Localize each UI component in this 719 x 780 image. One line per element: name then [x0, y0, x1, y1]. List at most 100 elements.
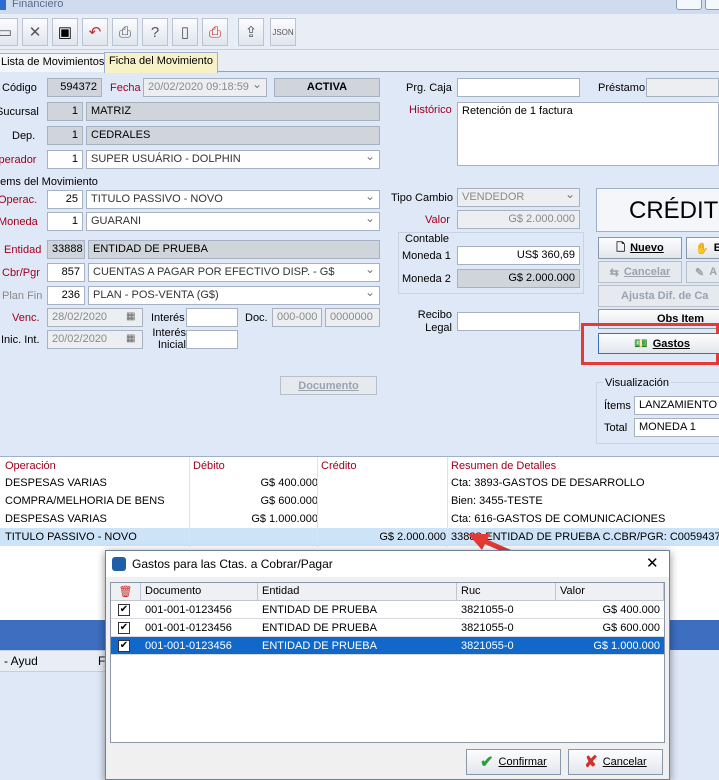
contable-label: Contable	[405, 233, 450, 245]
valor-field[interactable]: G$ 2.000.000	[457, 210, 580, 229]
dialog-titlebar: Gastos para las Ctas. a Cobrar/Pagar ✕	[106, 551, 669, 577]
trash-icon[interactable]: 🗑	[111, 583, 141, 601]
entidad-label: Entidad	[4, 244, 42, 256]
planfin-select[interactable]: PLAN - POS-VENTA (G$)	[88, 286, 380, 305]
credito-title: CRÉDIT	[596, 188, 719, 232]
historico-label: Histórico	[409, 104, 452, 116]
minimize-button[interactable]	[676, 0, 702, 10]
col-ruc[interactable]: Ruc	[457, 583, 556, 601]
row-checkbox[interactable]: ✔	[118, 640, 130, 652]
row-checkbox[interactable]: ✔	[118, 622, 130, 634]
sucursal-num[interactable]: 1	[47, 102, 83, 121]
a-button[interactable]: ✎ A	[686, 261, 719, 283]
check-icon: ✔	[480, 754, 494, 771]
col-operacion[interactable]: Operación	[5, 460, 56, 472]
window-title: Financiero	[12, 0, 64, 10]
moneda1-field: US$ 360,69	[457, 246, 580, 265]
e-button[interactable]: ✋ E	[686, 237, 719, 259]
nuevo-button[interactable]: 🗋 Nuevo	[598, 237, 682, 259]
codigo-field[interactable]: 594372	[47, 78, 102, 97]
entidad-num[interactable]: 33888	[47, 240, 85, 259]
col-debito[interactable]: Débito	[193, 460, 225, 472]
help-icon[interactable]: ?	[142, 18, 168, 46]
table-row[interactable]: DESPESAS VARIAS G$ 1.000.000 Cta: 616-GA…	[0, 510, 719, 528]
operac-num[interactable]: 25	[47, 190, 83, 209]
tab-bar: Lista de Movimientos Ficha del Movimient…	[0, 50, 719, 73]
json-icon[interactable]: JSON	[270, 18, 296, 46]
print-special-icon[interactable]: ⎙	[202, 18, 228, 46]
fecha-field[interactable]: 20/02/2020 09:18:59	[143, 78, 267, 97]
table-row-selected[interactable]: ✔ 001-001-0123456 ENTIDAD DE PRUEBA 3821…	[111, 637, 664, 655]
cancel-icon: ⇆	[609, 266, 619, 279]
dep-num[interactable]: 1	[47, 126, 83, 145]
moneda2-field: G$ 2.000.000	[457, 269, 580, 288]
total-select[interactable]: MONEDA 1	[634, 418, 719, 437]
cancelar-button[interactable]: ✘ Cancelar	[568, 749, 663, 775]
moneda-select[interactable]: GUARANI	[86, 212, 380, 231]
cbrpgr-select[interactable]: CUENTAS A PAGAR POR EFECTIVO DISP. - G$	[88, 263, 380, 282]
doc-serie-field[interactable]: 000-000	[272, 308, 322, 327]
close-icon[interactable]: ✕	[646, 554, 659, 572]
col-valor[interactable]: Valor	[556, 583, 664, 601]
menu-ayuda[interactable]: - Ayud	[4, 654, 38, 668]
ajusta-dif-button[interactable]: Ajusta Dif. de Ca	[598, 285, 719, 307]
operac-select[interactable]: TITULO PASSIVO - NOVO	[86, 190, 380, 209]
cancelar-item-button[interactable]: ⇆ Cancelar	[598, 261, 682, 283]
dep-label: Dep.	[12, 130, 36, 142]
recibo-field[interactable]	[457, 312, 580, 331]
interes-inicial-field[interactable]	[186, 330, 238, 349]
visualizacion-label: Visualización	[603, 377, 672, 389]
codigo-label: Código	[2, 82, 37, 94]
x-icon: ✘	[584, 754, 598, 771]
prgcaja-field[interactable]	[457, 78, 580, 97]
col-credito[interactable]: Crédito	[321, 460, 356, 472]
export-icon[interactable]: ⇪	[238, 18, 264, 46]
dep-name: CEDRALES	[86, 126, 380, 145]
table-row[interactable]: DESPESAS VARIAS G$ 400.000 Cta: 3893-GAS…	[0, 474, 719, 492]
tab-lista-movimientos[interactable]: Lista de Movimientos	[0, 53, 110, 72]
new-icon: 🗋	[616, 241, 626, 254]
operador-num[interactable]: 1	[47, 150, 83, 169]
row-checkbox[interactable]: ✔	[118, 604, 130, 616]
prestamo-field[interactable]	[646, 78, 719, 97]
sucursal-label: Sucursal	[0, 106, 39, 118]
gastos-button[interactable]: 💵 Gastos	[598, 333, 719, 354]
new-document-icon[interactable]: ▭	[0, 18, 18, 46]
planfin-num[interactable]: 236	[47, 286, 85, 305]
confirmar-button[interactable]: ✔ Confirmar	[466, 749, 561, 775]
calendar-icon[interactable]: ▦	[126, 311, 135, 322]
open-file-icon[interactable]: ▯	[172, 18, 198, 46]
col-entidad[interactable]: Entidad	[258, 583, 457, 601]
table-row-selected[interactable]: TITULO PASSIVO - NOVO G$ 2.000.000 33888…	[0, 528, 719, 546]
calendar-icon[interactable]: ▦	[126, 333, 135, 344]
fecha-label: Fecha	[110, 82, 141, 94]
interes-field[interactable]	[186, 308, 238, 327]
tab-ficha-movimiento[interactable]: Ficha del Movimiento	[104, 52, 218, 73]
print-icon[interactable]: ⎙	[112, 18, 138, 46]
undo-icon[interactable]: ↶	[82, 18, 108, 46]
documento-button[interactable]: Documento	[280, 376, 377, 395]
interes-inicial-label: Interés Inicial	[152, 327, 186, 351]
col-resumen[interactable]: Resumen de Detalles	[451, 460, 556, 472]
moneda-num[interactable]: 1	[47, 212, 83, 231]
delete-icon[interactable]: ✕	[22, 18, 48, 46]
save-icon[interactable]: ▣	[52, 18, 78, 46]
cash-icon: 💵	[634, 338, 648, 350]
maximize-button[interactable]	[705, 0, 719, 10]
app-icon	[0, 0, 6, 10]
app-icon	[112, 557, 126, 571]
cbrpgr-label: Cbr/Pgr	[2, 267, 40, 279]
cbrpgr-num[interactable]: 857	[47, 263, 85, 282]
table-row[interactable]: ✔ 001-001-0123456 ENTIDAD DE PRUEBA 3821…	[111, 619, 664, 637]
doc-num-field[interactable]: 0000000	[325, 308, 380, 327]
interes-label: Interés	[151, 312, 185, 324]
tipocambio-label: Tipo Cambio	[391, 192, 453, 204]
col-documento[interactable]: Documento	[141, 583, 258, 601]
table-row[interactable]: ✔ 001-001-0123456 ENTIDAD DE PRUEBA 3821…	[111, 601, 664, 619]
tipocambio-select[interactable]: VENDEDOR	[457, 188, 580, 207]
operador-select[interactable]: SUPER USUÁRIO - DOLPHIN	[86, 150, 380, 169]
historico-field[interactable]: Retención de 1 factura	[457, 102, 719, 166]
table-row[interactable]: COMPRA/MELHORIA DE BENS G$ 600.000 Bien:…	[0, 492, 719, 510]
items-select[interactable]: LANZAMIENTO	[634, 396, 719, 415]
moneda1-label: Moneda 1	[402, 250, 451, 262]
